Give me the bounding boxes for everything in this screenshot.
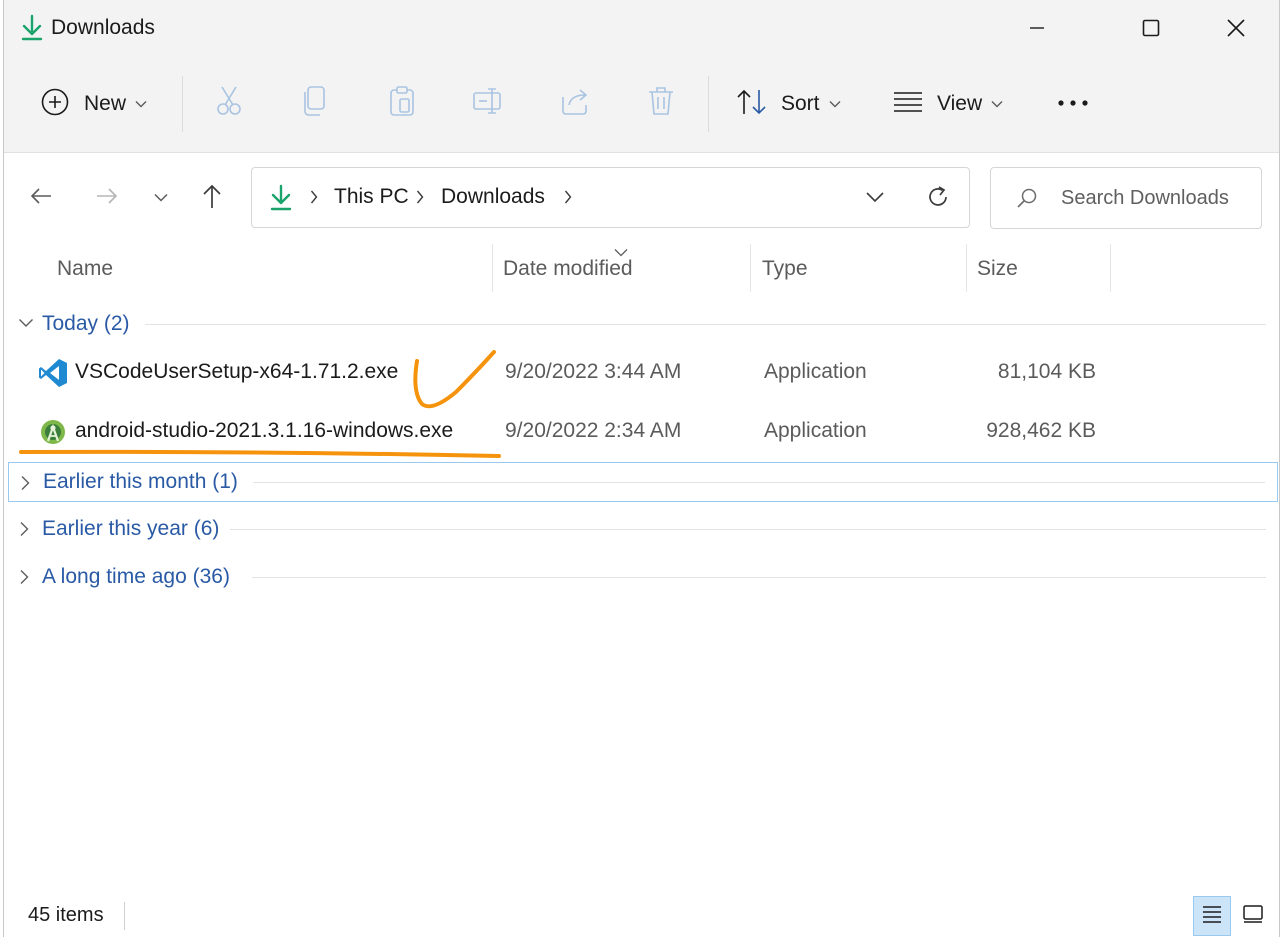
column-divider[interactable]	[750, 244, 751, 292]
toolbar-separator	[708, 76, 709, 132]
back-button[interactable]	[23, 180, 59, 216]
vscode-icon	[38, 358, 68, 388]
minimize-button[interactable]	[1014, 8, 1060, 48]
chevron-right-icon	[416, 190, 424, 209]
column-divider[interactable]	[966, 244, 967, 292]
group-divider	[253, 482, 1265, 483]
chevron-right-icon	[564, 190, 572, 209]
breadcrumb-downloads[interactable]: Downloads	[441, 185, 545, 209]
file-row[interactable]: android-studio-2021.3.1.16-windows.exe 9…	[8, 404, 1278, 460]
group-header-today[interactable]: Today (2)	[8, 304, 1278, 344]
chevron-down-icon	[991, 95, 1003, 113]
group-header-earlier-this-year[interactable]: Earlier this year (6)	[8, 509, 1278, 549]
arrow-up-icon	[201, 183, 223, 214]
chevron-down-icon	[135, 95, 147, 113]
file-date: 9/20/2022 2:34 AM	[505, 419, 682, 442]
group-title: Earlier this month (1)	[43, 470, 238, 493]
group-divider	[145, 324, 1266, 325]
chevron-right-icon	[18, 521, 30, 542]
search-icon	[1015, 187, 1039, 216]
details-view-button[interactable]	[1193, 896, 1231, 936]
column-header-name[interactable]: Name	[57, 257, 113, 281]
cut-icon	[214, 85, 244, 122]
header-area: Downloads New Sort View	[4, 0, 1279, 153]
share-button[interactable]	[558, 86, 592, 120]
sort-button[interactable]: Sort	[735, 82, 841, 126]
address-bar[interactable]: This PC Downloads	[251, 167, 970, 228]
chevron-down-icon	[154, 189, 168, 207]
downloads-icon	[20, 14, 44, 42]
file-size: 928,462 KB	[986, 419, 1096, 442]
delete-button[interactable]	[644, 86, 678, 120]
paste-button[interactable]	[385, 85, 419, 122]
window-title: Downloads	[51, 16, 155, 39]
maximize-button[interactable]	[1128, 8, 1174, 48]
file-name: android-studio-2021.3.1.16-windows.exe	[75, 419, 454, 442]
chevron-right-icon	[310, 190, 318, 209]
up-button[interactable]	[194, 180, 230, 216]
share-icon	[559, 85, 591, 122]
file-type: Application	[764, 419, 867, 442]
view-label: View	[937, 92, 983, 115]
sort-label: Sort	[781, 92, 820, 115]
group-header-earlier-this-month[interactable]: Earlier this month (1)	[8, 462, 1278, 502]
search-input[interactable]	[1061, 185, 1251, 211]
rename-button[interactable]	[471, 86, 505, 120]
chevron-right-icon	[18, 569, 30, 590]
tiles-view-icon	[1242, 904, 1264, 929]
rename-icon	[472, 85, 504, 122]
sort-icon	[735, 87, 769, 122]
arrow-left-icon	[29, 186, 53, 211]
details-view-icon	[1201, 904, 1223, 929]
downloads-icon	[270, 184, 292, 217]
file-type: Application	[764, 360, 867, 383]
forward-button[interactable]	[89, 180, 125, 216]
view-button[interactable]: View	[892, 82, 1003, 126]
group-title: A long time ago (36)	[42, 565, 230, 588]
chevron-right-icon	[19, 475, 31, 496]
group-divider	[252, 577, 1266, 578]
column-divider[interactable]	[1110, 244, 1111, 292]
search-box[interactable]	[990, 167, 1262, 229]
refresh-icon[interactable]	[925, 184, 951, 215]
column-divider[interactable]	[492, 244, 493, 292]
more-icon	[1056, 95, 1090, 113]
copy-icon	[300, 85, 330, 122]
breadcrumb-this-pc[interactable]: This PC	[334, 185, 409, 209]
view-list-icon	[892, 90, 924, 119]
column-header-size[interactable]: Size	[977, 257, 1018, 281]
new-label: New	[84, 92, 127, 115]
arrow-right-icon	[95, 186, 119, 211]
chevron-down-icon	[829, 95, 841, 113]
cut-button[interactable]	[212, 86, 246, 120]
file-name: VSCodeUserSetup-x64-1.71.2.exe	[75, 360, 399, 383]
more-options-button[interactable]	[1056, 82, 1090, 126]
group-title: Today (2)	[42, 312, 130, 335]
recent-locations-button[interactable]	[143, 180, 179, 216]
group-header-a-long-time-ago[interactable]: A long time ago (36)	[8, 557, 1278, 597]
file-explorer-window: Downloads New Sort View This PC Download…	[3, 0, 1280, 937]
toolbar-separator	[182, 76, 183, 132]
address-history-chevron-icon[interactable]	[864, 186, 886, 213]
delete-icon	[646, 85, 676, 122]
column-header-date-modified[interactable]: Date modified	[503, 257, 633, 281]
paste-icon	[387, 85, 417, 122]
chevron-down-icon	[18, 316, 34, 334]
status-divider	[124, 902, 125, 930]
tiles-view-button[interactable]	[1235, 896, 1271, 936]
file-row[interactable]: VSCodeUserSetup-x64-1.71.2.exe 9/20/2022…	[8, 345, 1278, 401]
file-date: 9/20/2022 3:44 AM	[505, 360, 682, 383]
close-button[interactable]	[1213, 8, 1259, 48]
plus-circle-icon	[40, 87, 70, 122]
item-count: 45 items	[28, 904, 104, 926]
file-size: 81,104 KB	[997, 360, 1096, 383]
group-title: Earlier this year (6)	[42, 517, 220, 540]
new-button[interactable]: New	[40, 82, 147, 126]
column-header-type[interactable]: Type	[762, 257, 808, 281]
copy-button[interactable]	[298, 85, 332, 122]
group-divider	[230, 529, 1266, 530]
android-studio-icon	[38, 417, 68, 447]
